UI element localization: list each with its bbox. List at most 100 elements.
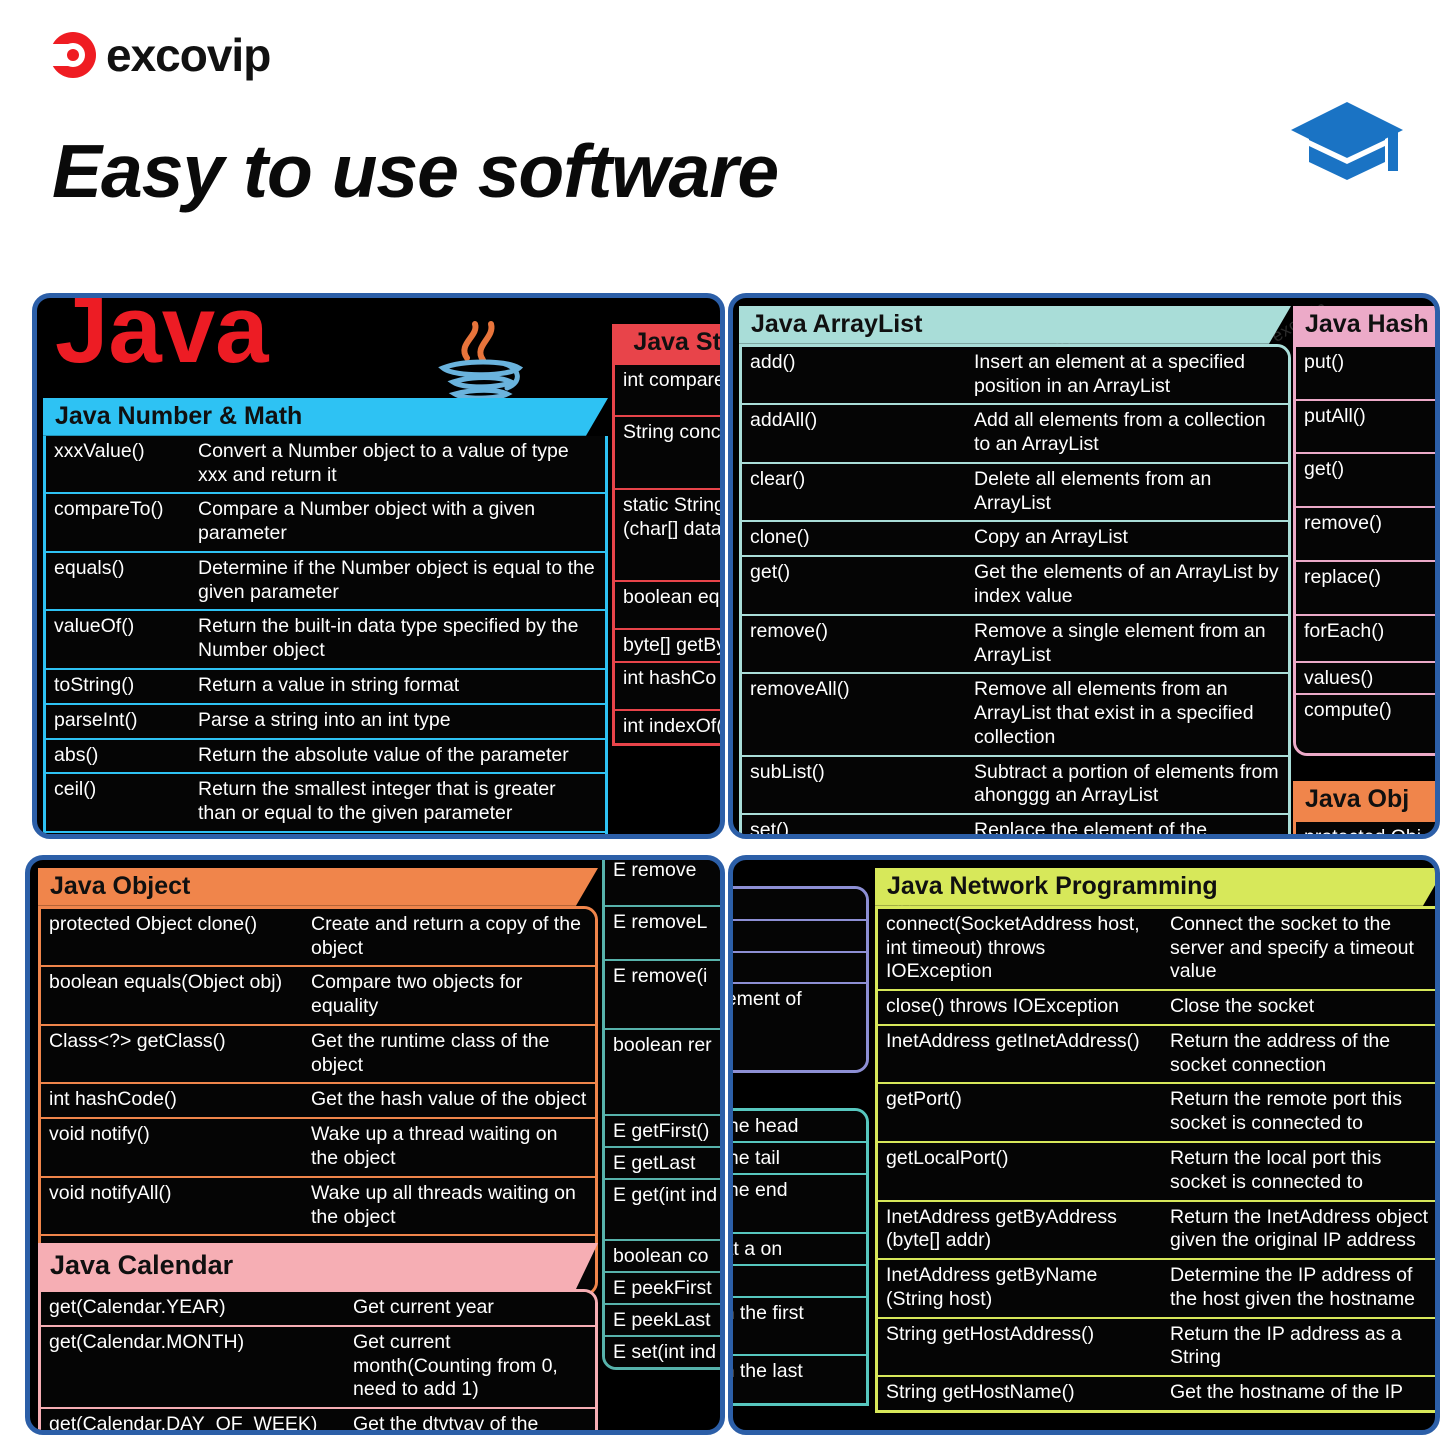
row-description: Determine if the Number object is equal …	[190, 551, 605, 611]
row-method: E peekLast	[605, 1304, 720, 1336]
row-method: equals()	[46, 551, 190, 611]
table-row: close() throws IOException Close the sock…	[878, 990, 1435, 1025]
table-row: String getHostAddress() Return the IP add…	[878, 1317, 1435, 1377]
panel-java-network-programming: Java Network Programming connect(SocketA…	[875, 868, 1435, 1414]
table-row: get(Calendar.DAY_OF_WEEK) Get the dtvtvay…	[41, 1408, 595, 1430]
row-method: rray	[733, 951, 866, 984]
panel-java-number-math: Java Number & Math xxxValue() Convert a N…	[43, 398, 608, 834]
table-row: InetAddress getByAddress (byte[] addr) Re…	[878, 1200, 1435, 1260]
row-description: Replace the element of the specified ind…	[966, 814, 1288, 834]
table-row: E removeL	[605, 905, 720, 960]
row-method: byte[] getBy	[615, 628, 720, 663]
table-row: values()	[1296, 662, 1435, 695]
row-description: Return a value in string format	[190, 669, 605, 704]
table-row: void notifyAll() Wake up all threads wait…	[41, 1176, 595, 1236]
row-method: close() throws IOException	[878, 990, 1162, 1025]
row-method: t to the head	[733, 1111, 866, 1142]
table-row: clear() Delete all elements from an Array…	[742, 462, 1288, 522]
table-row: get(Calendar.MONTH) Get current month(Cou…	[41, 1325, 595, 1409]
row-method: removeAll()	[742, 673, 966, 756]
table-row: xxxValue() Convert a Number object to a v…	[46, 435, 605, 494]
row-method: get()	[742, 556, 966, 615]
row-method: clone()	[742, 521, 966, 557]
row-description: Return the largest integer that is less …	[190, 831, 605, 834]
row-method: toString()	[46, 669, 190, 704]
table-java-list: t to the headt to the tailt to the enden…	[733, 1111, 866, 1404]
panel-title-java-calendar: Java Calendar	[38, 1243, 598, 1289]
table-row: put()	[1296, 346, 1435, 400]
row-method: t to the tail	[733, 1141, 866, 1174]
panel-java-array-clipped: rrayayrrayst element of	[733, 886, 869, 1074]
row-method: t to the end	[733, 1173, 866, 1234]
graduation-cap-icon	[1291, 102, 1403, 180]
table-row: Class<?> getClass() Get the runtime class…	[41, 1024, 595, 1084]
row-description: Get current year	[345, 1292, 595, 1326]
row-description: Convert a Number object to a value of ty…	[190, 435, 605, 494]
panel-java-linkedlist-clipped: E remove E removeL E remove(i boolean rer E …	[602, 860, 720, 1370]
table-row: E set(int ind	[605, 1335, 720, 1367]
row-method: ent at a on	[733, 1233, 866, 1266]
row-method: compareTo()	[46, 493, 190, 552]
row-method: get(Calendar.YEAR)	[41, 1292, 345, 1326]
table-row: E remove(i	[605, 959, 720, 1030]
row-method: parseInt()	[46, 703, 190, 739]
row-method: valueOf()	[46, 610, 190, 669]
row-description: Get the hostname of the IP	[1162, 1376, 1435, 1411]
table-row: byte[] getBy	[615, 628, 720, 663]
table-row: removeAll() Remove all elements from an A…	[742, 673, 1288, 756]
row-description: Insert an element at a specified positio…	[966, 346, 1288, 405]
row-method: addAll()	[742, 404, 966, 463]
table-row: boolean co	[605, 1240, 720, 1273]
row-method: boolean eq	[615, 580, 720, 629]
table-row: rray	[733, 951, 866, 984]
row-method: InetAddress getInetAddress()	[878, 1024, 1162, 1084]
row-method: boolean rer	[605, 1029, 720, 1116]
row-description: Return the IP address as a String	[1162, 1317, 1435, 1377]
row-method: protected Obj	[1296, 821, 1435, 834]
row-description: Get the hash value of the object	[303, 1083, 595, 1119]
table-row: String getHostName() Get the hostname of …	[878, 1376, 1435, 1411]
row-method: Class<?> getClass()	[41, 1024, 303, 1084]
row-method: ay	[733, 919, 866, 952]
table-java-hashmap: put() putAll() get() remove() replace() forEa…	[1296, 346, 1435, 753]
table-row: boolean eq	[615, 580, 720, 629]
table-row: valueOf() Return the built-in data type s…	[46, 610, 605, 669]
row-description: Get the dtvtvay of the month	[345, 1408, 595, 1430]
row-method: get(Calendar.MONTH)	[41, 1325, 345, 1409]
row-description: Determine the IP address of the host giv…	[1162, 1259, 1435, 1318]
row-method: E peekFirst	[605, 1272, 720, 1305]
row-method: compute()	[1296, 694, 1435, 753]
row-method: ceil()	[46, 773, 190, 832]
row-description: Return the absolute value of the paramet…	[190, 738, 605, 774]
row-method: eturn the last	[733, 1354, 866, 1404]
panel-java-calendar: Java Calendar get(Calendar.YEAR) Get curr…	[38, 1243, 598, 1430]
row-method: putAll()	[1296, 399, 1435, 454]
table-java-object: protected Object clone() Create and retur…	[41, 908, 595, 1293]
card-java-number-math: Java excovip excovip Java Number & Math	[32, 293, 725, 839]
table-row: abs() Return the absolute value of the pa…	[46, 738, 605, 774]
panel-title-java-hashmap: Java Hash	[1293, 306, 1435, 344]
row-method: abs()	[46, 738, 190, 774]
row-method: rray	[733, 889, 866, 920]
table-row: get(Calendar.YEAR) Get current year	[41, 1292, 595, 1326]
table-row: int hashCode() Get the hash value of the …	[41, 1083, 595, 1119]
row-method: put()	[1296, 346, 1435, 400]
row-description: Close the socket	[1162, 990, 1435, 1025]
row-method: replace()	[1296, 560, 1435, 615]
row-description: Remove all elements from an ArrayList th…	[966, 673, 1288, 756]
row-method: int hashCo	[615, 662, 720, 711]
table-row: compareTo() Compare a Number object with …	[46, 493, 605, 552]
table-row: forEach()	[1296, 614, 1435, 663]
table-row: st element of	[733, 983, 866, 1071]
panel-title-java-string: Java Str	[612, 324, 720, 362]
table-java-array: rrayayrrayst element of	[733, 889, 866, 1071]
table-row: void notify() Wake up a thread waiting on…	[41, 1118, 595, 1177]
brand-logo: excovip	[48, 32, 271, 78]
row-method: E getFirst()	[605, 1115, 720, 1147]
panel-title-java-number-math: Java Number & Math	[43, 398, 608, 436]
row-method: floor()	[46, 831, 190, 834]
table-row: InetAddress getInetAddress() Return the a…	[878, 1024, 1435, 1084]
row-description: Add all elements from a collection to an…	[966, 404, 1288, 463]
row-method: forEach()	[1296, 614, 1435, 663]
row-description: Return the built-in data type specified …	[190, 610, 605, 669]
